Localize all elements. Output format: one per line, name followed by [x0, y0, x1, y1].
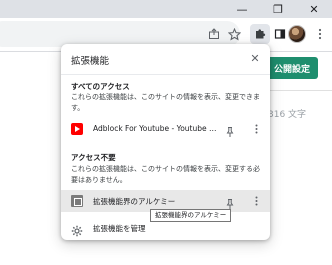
full-access-heading: すべてのアクセス — [71, 82, 130, 91]
no-access-description: これらの拡張機能は、このサイトの情報を表示、変更する必要はありません。 — [71, 165, 260, 184]
alchemy-icon — [71, 195, 83, 207]
pin-icon[interactable] — [224, 123, 236, 137]
profile-avatar[interactable] — [288, 25, 306, 43]
extension-tooltip: 拡張機能界のアルケミー — [150, 209, 232, 222]
extensions-puzzle-icon[interactable] — [250, 24, 270, 44]
window-titlebar: — ❐ ✕ — [0, 0, 332, 18]
no-access-heading: アクセス不要 — [71, 153, 116, 162]
extension-name: Adblock For Youtube - Youtube Adblock — [93, 124, 221, 133]
popup-divider — [61, 74, 270, 75]
popup-title: 拡張機能 — [71, 56, 110, 67]
side-panel-icon[interactable] — [270, 24, 290, 44]
close-popup-icon[interactable]: ✕ — [248, 51, 262, 65]
gear-icon — [71, 222, 83, 237]
manage-extensions-label: 拡張機能を管理 — [93, 224, 146, 233]
extension-more-icon[interactable] — [251, 194, 261, 208]
share-icon[interactable] — [204, 24, 224, 44]
close-window-button[interactable]: ✕ — [296, 0, 332, 18]
bookmark-star-icon[interactable] — [224, 24, 244, 44]
char-count: 316 文字 — [268, 110, 307, 120]
page-divider — [266, 90, 332, 91]
youtube-icon — [71, 123, 83, 135]
more-menu-icon[interactable] — [310, 24, 330, 44]
maximize-button[interactable]: ❐ — [260, 0, 296, 18]
minimize-button[interactable]: — — [224, 0, 260, 18]
extension-more-icon[interactable] — [251, 122, 261, 136]
popup-header: 拡張機能 ✕ — [61, 44, 270, 74]
full-access-description: これらの拡張機能は、このサイトの情報を表示、変更できます。 — [71, 93, 260, 112]
extension-row-adblock[interactable]: Adblock For Youtube - Youtube Adblock — [61, 118, 270, 140]
publish-settings-button[interactable]: 公開設定 — [266, 57, 318, 79]
extension-name: 拡張機能界のアルケミー — [93, 197, 176, 206]
pin-icon[interactable] — [224, 195, 236, 209]
